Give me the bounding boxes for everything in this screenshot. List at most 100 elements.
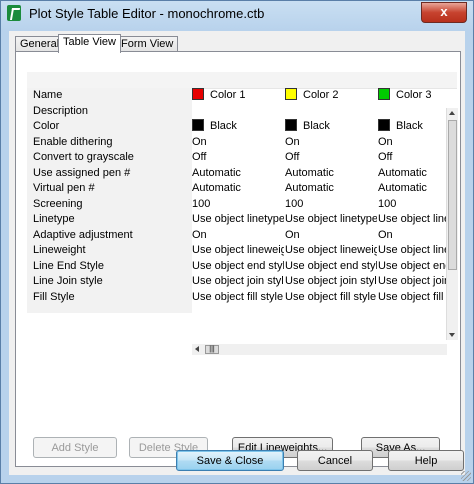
table-cell[interactable]: Use object join style bbox=[192, 274, 284, 289]
resize-grip-icon[interactable] bbox=[461, 471, 471, 481]
cell-value: Use object end style bbox=[192, 259, 284, 272]
table-cell[interactable]: Off bbox=[192, 150, 284, 165]
row-label: Name bbox=[33, 89, 63, 101]
table-cell[interactable]: Use object linetype bbox=[192, 212, 284, 227]
cell-value: Automatic bbox=[378, 166, 427, 179]
table-cell[interactable]: On bbox=[378, 228, 446, 243]
cell-value: Black bbox=[303, 120, 330, 132]
table-cell[interactable]: Black bbox=[192, 119, 284, 134]
table-cell[interactable]: Use object lineweight bbox=[285, 243, 377, 258]
color-swatch-icon bbox=[192, 88, 204, 100]
table-cell[interactable]: Color 3 bbox=[378, 88, 446, 103]
table-cell[interactable]: Automatic bbox=[378, 166, 446, 181]
cell-value: Use object end style bbox=[285, 259, 377, 272]
cell-value: Black bbox=[210, 120, 237, 132]
table-cell[interactable]: Use object linetype bbox=[285, 212, 377, 227]
table-cell[interactable]: Use object end style bbox=[285, 259, 377, 274]
row-label: Enable dithering bbox=[33, 135, 113, 148]
cell-value: Use object lineweight bbox=[285, 244, 377, 256]
row-label: Linetype bbox=[33, 213, 75, 225]
table-cell[interactable]: Use object join style bbox=[285, 274, 377, 289]
table-cell[interactable]: On bbox=[378, 135, 446, 150]
plot-style-grid[interactable]: ||| Name Description Color Enable dithering… bbox=[27, 72, 458, 355]
table-cell[interactable]: Use object linetype bbox=[378, 212, 446, 227]
add-style-button[interactable]: Add Style bbox=[33, 437, 117, 458]
table-cell[interactable]: Black bbox=[285, 119, 377, 134]
vertical-scroll-thumb[interactable] bbox=[448, 120, 457, 270]
row-label: Adaptive adjustment bbox=[33, 228, 133, 241]
cell-value: Automatic bbox=[285, 182, 334, 194]
table-cell[interactable]: 100 bbox=[192, 197, 284, 212]
cell-value: 100 bbox=[378, 197, 397, 210]
cell-value: Automatic bbox=[285, 166, 334, 179]
save-and-close-button[interactable]: Save & Close bbox=[176, 450, 284, 471]
color-swatch-icon bbox=[192, 119, 204, 131]
cell-value: Automatic bbox=[378, 182, 427, 194]
table-cell[interactable]: Automatic bbox=[285, 181, 377, 196]
table-cell[interactable]: Automatic bbox=[285, 166, 377, 181]
table-cell[interactable] bbox=[192, 104, 284, 119]
cell-value: On bbox=[192, 228, 207, 241]
table-view-pane: ||| Name Description Color Enable dithering… bbox=[15, 51, 461, 467]
scroll-up-icon[interactable] bbox=[449, 111, 455, 115]
table-cell[interactable]: Use object lineweight bbox=[192, 243, 284, 258]
row-label: Lineweight bbox=[33, 244, 86, 256]
cell-value: Black bbox=[396, 120, 423, 132]
window-title: Plot Style Table Editor - monochrome.ctb bbox=[29, 6, 265, 21]
horizontal-scrollbar[interactable]: ||| bbox=[192, 344, 447, 355]
table-cell[interactable]: Color 1 bbox=[192, 88, 284, 103]
color-swatch-icon bbox=[285, 119, 297, 131]
cell-value: Color 1 bbox=[210, 89, 246, 101]
table-cell[interactable]: Use object fill style bbox=[285, 290, 377, 305]
table-cell[interactable]: Use object end style bbox=[378, 259, 446, 274]
table-cell[interactable]: Black bbox=[378, 119, 446, 134]
table-cell[interactable]: Use object fill style bbox=[378, 290, 446, 305]
row-label: Line Join style bbox=[33, 275, 103, 287]
table-cell[interactable]: Use object fill style bbox=[192, 290, 284, 305]
table-cell[interactable]: Use object join style bbox=[378, 274, 446, 289]
row-label: Convert to grayscale bbox=[33, 151, 134, 163]
table-cell[interactable] bbox=[378, 104, 446, 119]
scroll-left-icon[interactable] bbox=[195, 346, 199, 352]
cell-value: Color 3 bbox=[396, 89, 432, 101]
cell-value: Use object fill style bbox=[378, 290, 446, 303]
cancel-button[interactable]: Cancel bbox=[297, 450, 373, 471]
cell-value: Automatic bbox=[192, 182, 241, 194]
color-swatch-icon bbox=[378, 88, 390, 100]
cell-value: Off bbox=[192, 151, 207, 163]
help-button[interactable]: Help bbox=[388, 450, 464, 471]
table-cell[interactable]: 100 bbox=[378, 197, 446, 212]
autocad-app-icon bbox=[7, 5, 21, 21]
vertical-scrollbar[interactable] bbox=[446, 108, 458, 340]
close-button[interactable]: x bbox=[421, 2, 467, 23]
cell-value: 100 bbox=[192, 197, 211, 210]
cell-value: Use object join style bbox=[285, 275, 377, 287]
tab-form-view[interactable]: Form View bbox=[116, 36, 179, 52]
table-cell[interactable]: Color 2 bbox=[285, 88, 377, 103]
cell-value: Automatic bbox=[192, 166, 241, 179]
table-cell[interactable] bbox=[285, 104, 377, 119]
table-cell[interactable]: On bbox=[192, 228, 284, 243]
table-cell[interactable]: Use object lineweight bbox=[378, 243, 446, 258]
table-cell[interactable]: Automatic bbox=[192, 166, 284, 181]
cell-value: Use object fill style bbox=[192, 290, 284, 303]
table-cell[interactable]: 100 bbox=[285, 197, 377, 212]
horizontal-scroll-thumb[interactable]: ||| bbox=[205, 345, 219, 354]
table-cell[interactable]: Automatic bbox=[378, 181, 446, 196]
cell-value: On bbox=[285, 135, 300, 148]
table-cell[interactable]: Off bbox=[378, 150, 446, 165]
cell-value: Use object fill style bbox=[285, 290, 377, 303]
tab-table-view[interactable]: Table View bbox=[58, 34, 121, 53]
cell-value: Off bbox=[285, 151, 300, 163]
scroll-down-icon[interactable] bbox=[449, 333, 455, 337]
table-cell[interactable]: Off bbox=[285, 150, 377, 165]
title-bar[interactable]: Plot Style Table Editor - monochrome.ctb… bbox=[1, 1, 473, 29]
table-cell[interactable]: Use object end style bbox=[192, 259, 284, 274]
table-cell[interactable]: On bbox=[285, 228, 377, 243]
cell-value: On bbox=[285, 228, 300, 241]
table-cell[interactable]: On bbox=[285, 135, 377, 150]
table-cell[interactable]: On bbox=[192, 135, 284, 150]
table-cell[interactable]: Automatic bbox=[192, 181, 284, 196]
tab-general[interactable]: General bbox=[15, 36, 65, 52]
plot-style-editor-window: Plot Style Table Editor - monochrome.ctb… bbox=[0, 0, 474, 484]
